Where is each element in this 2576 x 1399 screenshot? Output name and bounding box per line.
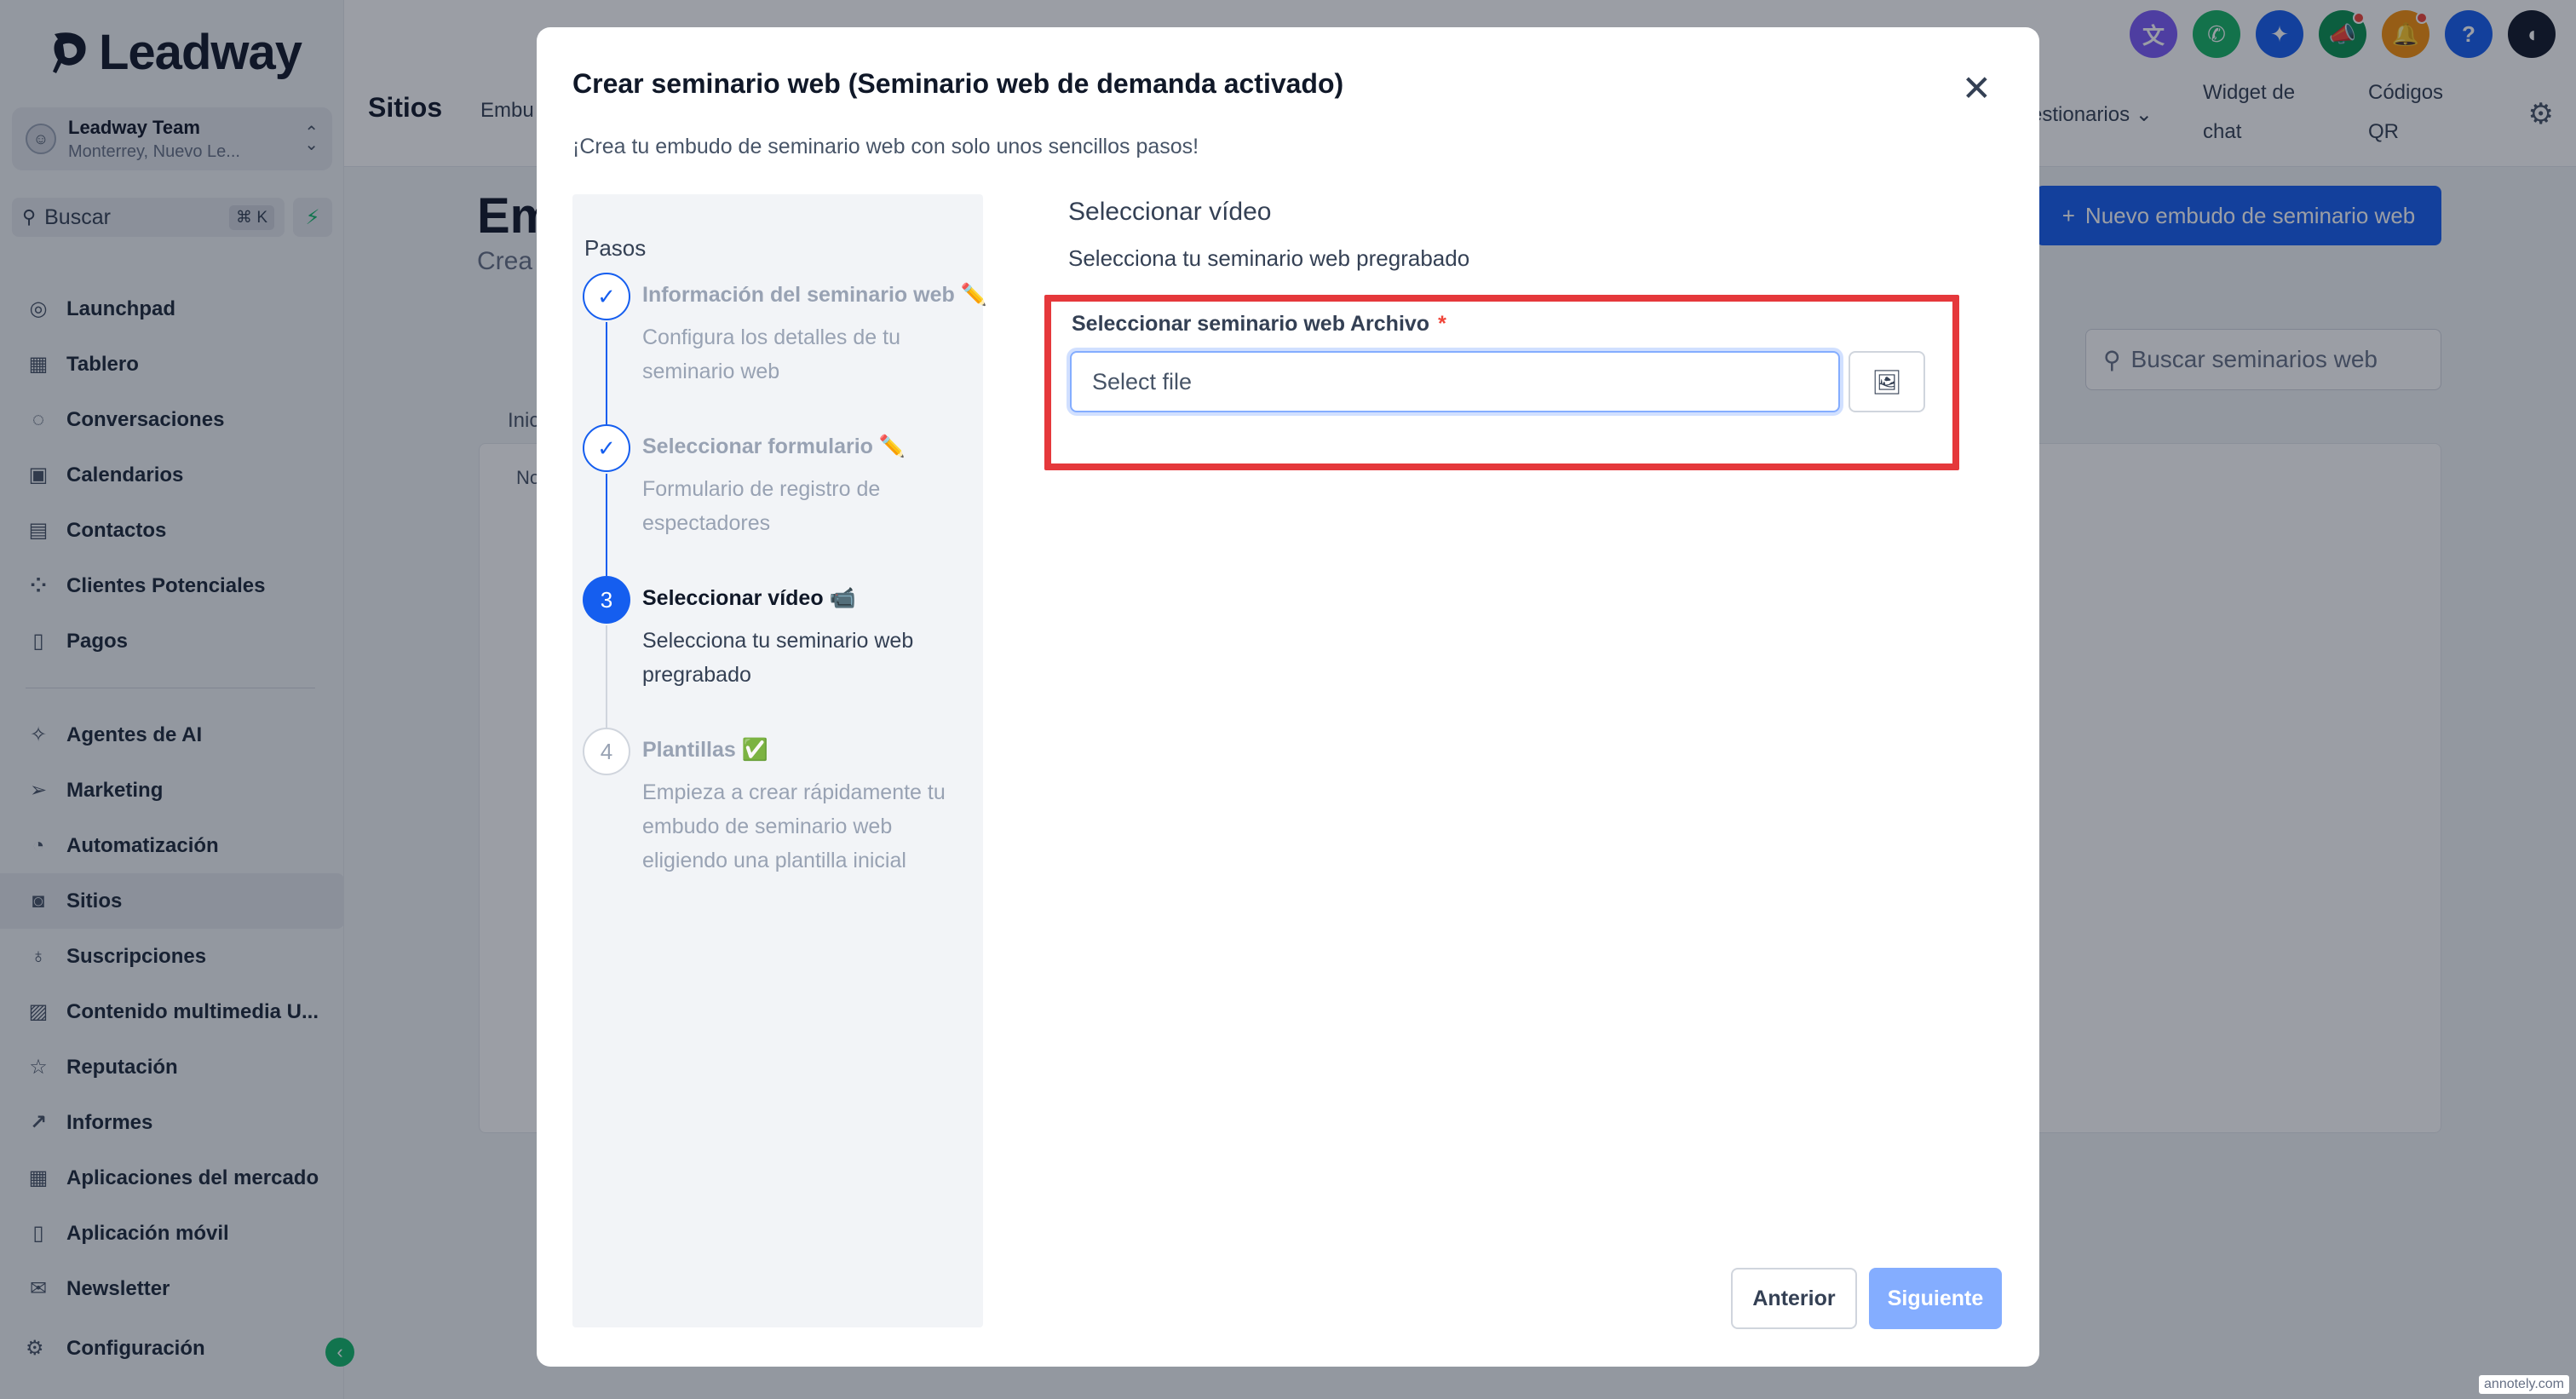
label-text: Seleccionar seminario web Archivo (1072, 312, 1430, 336)
step-name: Información del seminario web ✏️ (642, 283, 987, 307)
create-webinar-modal: Crear seminario web (Seminario web de de… (537, 27, 2039, 1367)
step-connector (606, 625, 607, 728)
step-description: Formulario de registro de espectadores (642, 477, 881, 535)
step-connector (606, 474, 607, 576)
modal-title: Crear seminario web (Seminario web de de… (572, 68, 1344, 99)
step-name: Plantillas ✅ (642, 738, 768, 762)
required-asterisk: * (1438, 312, 1446, 336)
step-description: Selecciona tu seminario web pregrabado (642, 629, 914, 687)
step-description: Empieza a crear rápidamente tu embudo de… (642, 780, 946, 872)
step-number: 4 (583, 728, 630, 775)
steps-panel: Pasos ✓ Información del seminario web ✏️… (572, 194, 987, 1327)
section-title: Seleccionar vídeo (1068, 198, 1272, 226)
section-subtitle: Selecciona tu seminario web pregrabado (1068, 245, 1470, 271)
check-icon: ✓ (583, 424, 630, 472)
step-name: Seleccionar formulario ✏️ (642, 435, 906, 458)
step-number: 3 (583, 576, 630, 624)
watermark: annotely.com (2479, 1375, 2569, 1394)
modal-subtitle: ¡Crea tu embudo de seminario web con sol… (572, 135, 1199, 158)
step-description: Configura los detalles de tu seminario w… (642, 325, 900, 383)
step-connector (606, 322, 607, 424)
file-input-placeholder: Select file (1092, 368, 1193, 394)
previous-button[interactable]: Anterior (1731, 1268, 1857, 1329)
close-icon[interactable]: ✕ (1962, 71, 1992, 107)
steps-title: Pasos (584, 235, 647, 261)
upload-image-icon[interactable]: 🖼 (1849, 351, 1925, 412)
step-name: Seleccionar vídeo 📹 (642, 586, 856, 610)
check-icon: ✓ (583, 273, 630, 320)
file-field-label: Seleccionar seminario web Archivo * (1072, 312, 1446, 337)
next-button[interactable]: Siguiente (1869, 1268, 2002, 1329)
select-file-input[interactable]: Select file (1070, 351, 1840, 412)
